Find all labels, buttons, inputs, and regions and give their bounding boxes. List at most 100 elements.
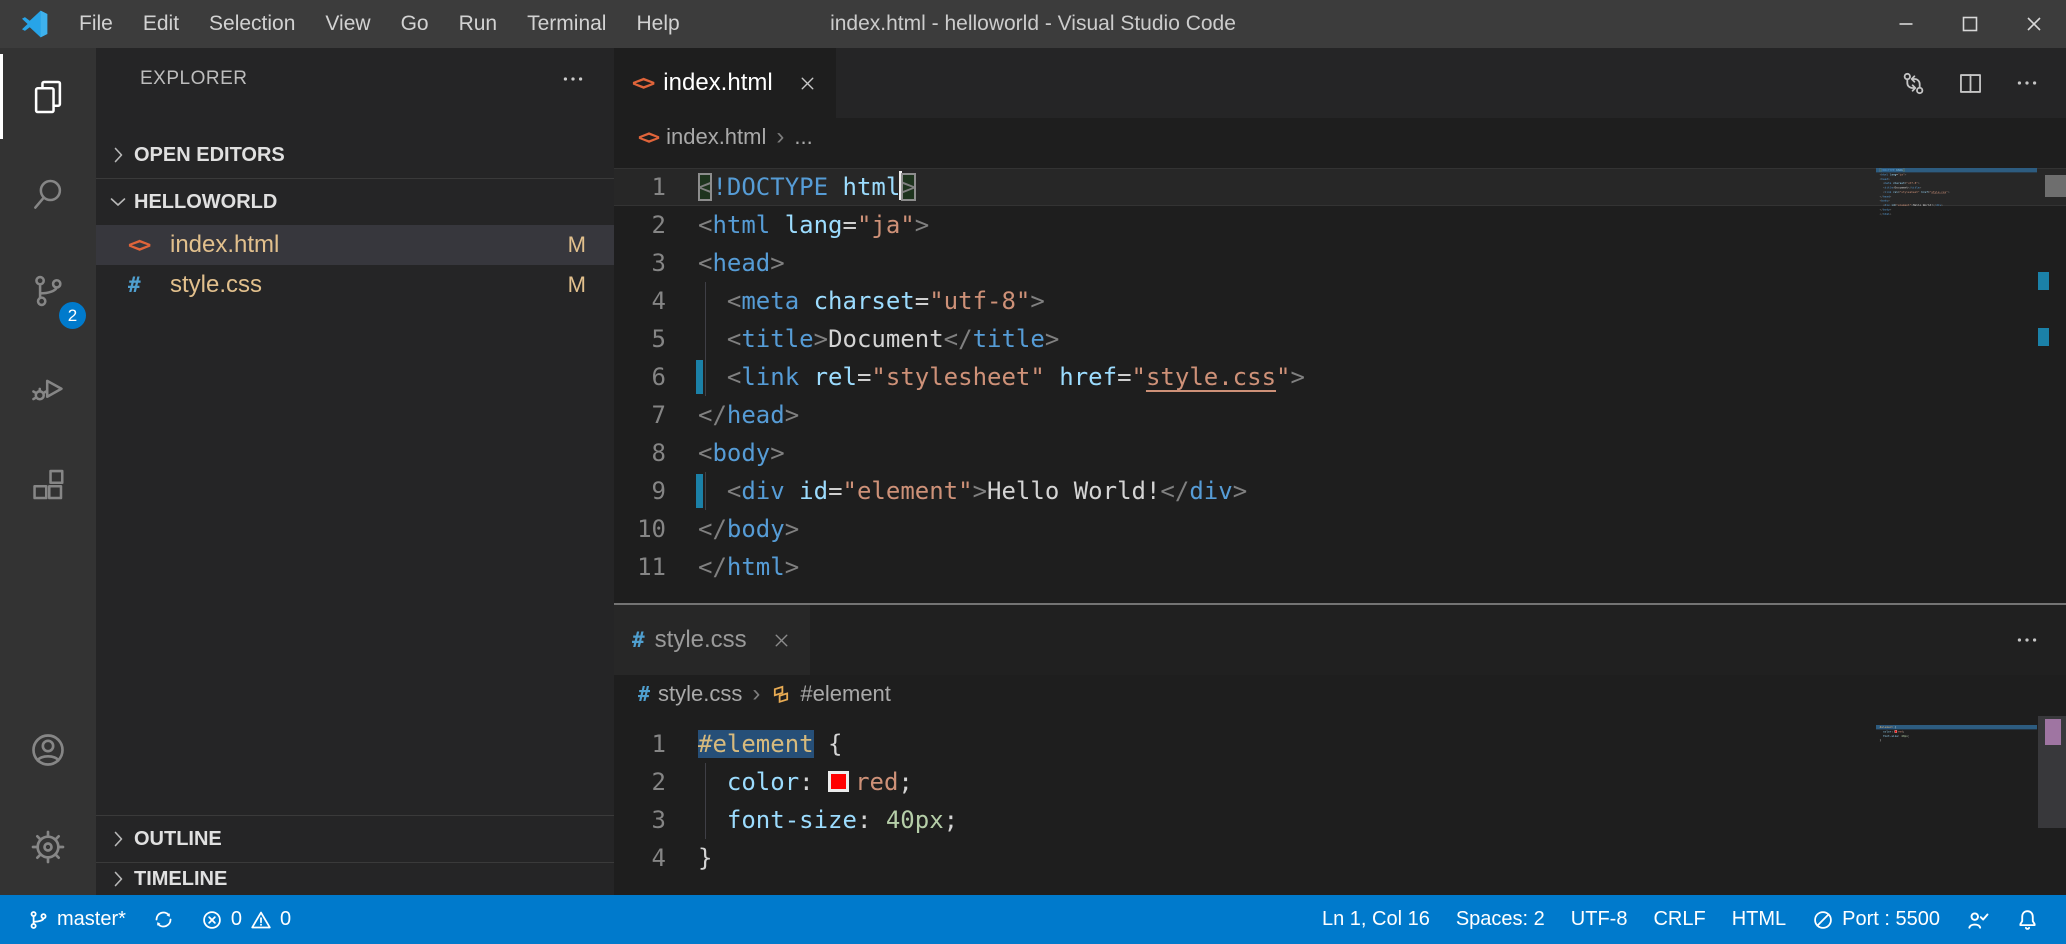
file-style.css[interactable]: #style.cssM [96, 265, 614, 305]
feedback-icon [1966, 908, 1990, 932]
activity-source-control[interactable]: 2 [0, 242, 96, 339]
outline-section[interactable]: OUTLINE [96, 815, 614, 862]
status-encoding[interactable]: UTF-8 [1558, 895, 1641, 944]
close-window-button[interactable] [2002, 0, 2066, 48]
code-line: 8<body> [614, 434, 2066, 472]
menu-bar: FileEditSelectionViewGoRunTerminalHelp [64, 0, 695, 48]
close-tab-button[interactable] [771, 630, 792, 651]
modified-line-marker [696, 474, 703, 508]
line-number: 8 [614, 434, 666, 472]
chevron-right-icon [106, 143, 130, 167]
status-branch[interactable]: master* [14, 895, 139, 944]
status-eol[interactable]: CRLF [1640, 895, 1718, 944]
line-number: 3 [614, 244, 666, 282]
menu-edit[interactable]: Edit [128, 0, 194, 48]
git-branch-icon [27, 909, 49, 931]
maximize-button[interactable] [1938, 0, 2002, 48]
account-icon [28, 730, 68, 770]
code-lines: 1<!DOCTYPE html>2<html lang="ja">3<head>… [614, 156, 2066, 586]
chevron-down-icon [106, 190, 130, 214]
menu-view[interactable]: View [310, 0, 385, 48]
code-line: 11</html> [614, 548, 2066, 586]
status-label: CRLF [1653, 908, 1705, 931]
status-label: Port : 5500 [1842, 908, 1940, 931]
minimize-button[interactable] [1874, 0, 1938, 48]
folder-section[interactable]: HELLOWORLD [96, 178, 614, 225]
line-number: 1 [614, 725, 666, 763]
breadcrumb-separator: › [776, 123, 784, 151]
breadcrumb: <>index.html ›... [614, 118, 2066, 156]
code-editor[interactable]: 1<!DOCTYPE html>2<html lang="ja">3<head>… [614, 156, 2066, 603]
folder-label: HELLOWORLD [134, 191, 277, 214]
gear-icon [28, 827, 68, 867]
status-live-server-port[interactable]: Port : 5500 [1799, 895, 1953, 944]
more-actions-button[interactable] [2014, 627, 2040, 653]
line-number: 4 [614, 839, 666, 877]
overview-modified-mark [2038, 272, 2049, 290]
file-index.html[interactable]: <>index.htmlM [96, 225, 614, 265]
maximize-icon [1958, 12, 1982, 36]
outline-label: OUTLINE [134, 828, 222, 851]
code-line: 1<!DOCTYPE html> [614, 168, 2066, 206]
breadcrumb-item[interactable]: <>index.html [638, 124, 766, 150]
menu-selection[interactable]: Selection [194, 0, 310, 48]
breadcrumb-item[interactable]: #element [770, 681, 891, 707]
status-problems[interactable]: 00 [188, 895, 304, 944]
code-line: 1#element { [614, 725, 2066, 763]
status-sync[interactable] [139, 895, 188, 944]
tab-index.html[interactable]: <>index.html [614, 48, 836, 118]
line-number: 5 [614, 320, 666, 358]
tab-label: index.html [663, 69, 772, 97]
menu-terminal[interactable]: Terminal [512, 0, 621, 48]
css-rule-icon [770, 683, 792, 705]
status-notifications[interactable] [2003, 895, 2052, 944]
close-icon [2022, 12, 2046, 36]
breadcrumb-item[interactable]: #style.css [638, 681, 742, 707]
timeline-section[interactable]: TIMELINE [96, 862, 614, 895]
activity-run-debug[interactable] [0, 339, 96, 436]
scrollbar-thumb[interactable] [2045, 175, 2066, 197]
scm-badge: 2 [59, 302, 86, 329]
explorer-sidebar: EXPLORER OPEN EDITORS HELLOWORLD <>index… [96, 48, 614, 895]
close-tab-button[interactable] [797, 73, 818, 94]
activity-extensions[interactable] [0, 436, 96, 533]
breadcrumb-label: style.css [658, 681, 742, 707]
file-name: index.html [170, 231, 279, 259]
activity-account[interactable] [0, 701, 96, 798]
tab-label: style.css [655, 626, 747, 654]
code-line: 7</head> [614, 396, 2066, 434]
tab-style.css[interactable]: #style.css [614, 605, 810, 675]
editor-area: <>index.html<>index.html›...1<!DOCTYPE h… [614, 48, 2066, 895]
menu-help[interactable]: Help [621, 0, 694, 48]
code-line: 4} [614, 839, 2066, 877]
status-label: 0 [231, 908, 242, 931]
status-cursor-position[interactable]: Ln 1, Col 16 [1309, 895, 1443, 944]
code-line: 3 font-size: 40px; [614, 801, 2066, 839]
status-language-mode[interactable]: HTML [1719, 895, 1799, 944]
menu-run[interactable]: Run [444, 0, 513, 48]
status-feedback[interactable] [1953, 895, 2003, 944]
activity-settings[interactable] [0, 798, 96, 895]
chevron-right-icon [106, 867, 130, 891]
menu-go[interactable]: Go [386, 0, 444, 48]
activity-search[interactable] [0, 145, 96, 242]
open-editors-section[interactable]: OPEN EDITORS [96, 132, 614, 178]
line-number: 9 [614, 472, 666, 510]
code-line: 5 <title>Document</title> [614, 320, 2066, 358]
breadcrumb-item[interactable]: ... [794, 124, 812, 150]
chevron-right-icon [106, 827, 130, 851]
file-name: style.css [170, 271, 262, 299]
code-editor[interactable]: 1#element {2 color: red;3 font-size: 40p… [614, 713, 2066, 895]
line-number: 7 [614, 396, 666, 434]
explorer-more-actions-button[interactable] [560, 66, 586, 92]
status-indentation[interactable]: Spaces: 2 [1443, 895, 1558, 944]
activity-explorer[interactable] [0, 48, 96, 145]
title-bar: FileEditSelectionViewGoRunTerminalHelp i… [0, 0, 2066, 48]
split-editor-button[interactable] [1957, 70, 1984, 97]
menu-file[interactable]: File [64, 0, 128, 48]
minimap[interactable]: <!DOCTYPE html><html lang="ja"><head> <m… [1876, 168, 2038, 603]
breadcrumb-label: ... [794, 124, 812, 150]
minimap[interactable]: #element { color: red; font-size: 40px;} [1876, 725, 2038, 895]
more-actions-button[interactable] [2014, 70, 2040, 96]
open-changes-button[interactable] [1900, 70, 1927, 97]
